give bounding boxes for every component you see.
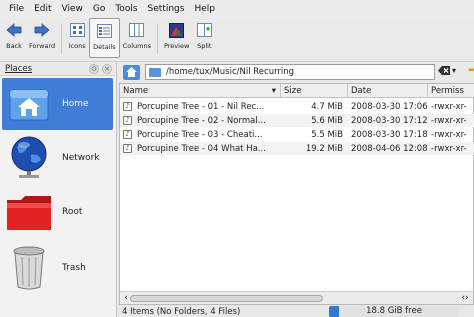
back-button[interactable]: Back — [2, 18, 26, 58]
file-date: 2008-03-30 17:06 — [351, 101, 428, 112]
network-icon — [4, 134, 54, 182]
icons-view-icon — [68, 22, 86, 38]
details-view-icon — [95, 23, 113, 39]
file-size: 19.2 MiB — [305, 143, 343, 154]
preview-label: Preview — [163, 42, 190, 50]
scroll-arrows-icon[interactable]: ‹› — [459, 293, 471, 303]
toolbar-separator — [61, 24, 63, 54]
file-date: 2008-04-06 12:08 — [351, 143, 428, 154]
details-label: Details — [93, 43, 116, 51]
file-date: 2008-03-30 17:12 — [351, 115, 428, 126]
file-permissions: -rwxr-xr- — [431, 115, 467, 126]
forward-button[interactable]: Forward — [26, 18, 58, 58]
split-icon — [195, 22, 213, 38]
menu-help[interactable]: Help — [189, 4, 220, 14]
places-panel: Places ⊙ × Home Network Root Trash — [0, 62, 117, 317]
free-space-label: 18.8 GiB free — [366, 306, 422, 316]
place-label: Root — [62, 207, 83, 217]
preview-button[interactable]: Preview — [161, 18, 192, 58]
place-label: Trash — [62, 263, 86, 273]
trash-icon — [4, 244, 54, 292]
file-list-view: Name ▾ Size Date Permiss ♪ Porcupine Tree… — [119, 83, 474, 305]
place-network[interactable]: Network — [2, 132, 113, 184]
split-label: Split — [197, 42, 212, 50]
place-trash[interactable]: Trash — [2, 242, 113, 294]
split-button[interactable]: Split — [192, 18, 216, 58]
arrow-left-icon — [5, 22, 23, 38]
home-icon — [4, 80, 54, 128]
file-size: 5.5 MiB — [311, 129, 343, 140]
scrollbar-thumb[interactable] — [130, 295, 323, 302]
location-path-field[interactable]: /home/tux/Music/Nil Recurring — [145, 64, 435, 80]
column-header-date[interactable]: Date — [348, 84, 428, 98]
status-text: 4 Items (No Folders, 4 Files) — [122, 306, 241, 317]
preview-icon — [168, 22, 186, 38]
icons-view-button[interactable]: Icons — [65, 18, 89, 58]
icons-label: Icons — [68, 42, 86, 50]
forward-label: Forward — [29, 42, 56, 50]
menu-file[interactable]: File — [4, 4, 29, 14]
place-home[interactable]: Home — [2, 78, 113, 130]
file-name: Porcupine Tree - 03 - Cheati... — [137, 129, 263, 140]
folder-icon — [4, 188, 54, 236]
place-label: Home — [62, 99, 89, 109]
file-name: Porcupine Tree - 02 - Normal... — [137, 115, 266, 126]
toolbar: Back Forward Icons Details Columns Previ… — [0, 18, 474, 62]
table-row[interactable]: ♪ Porcupine Tree - 04 What Ha... 19.2 MiB… — [120, 142, 474, 155]
menu-settings[interactable]: Settings — [143, 4, 190, 14]
column-header-name[interactable]: Name ▾ — [120, 84, 281, 98]
table-row[interactable]: ♪ Porcupine Tree - 03 - Cheati... 5.5 MiB… — [120, 128, 474, 141]
home-icon — [126, 67, 137, 77]
sort-descending-icon: ▾ — [271, 86, 276, 96]
menubar: File Edit View Go Tools Settings Help — [0, 0, 474, 18]
file-name: Porcupine Tree - 01 - Nil Rec... — [137, 101, 265, 112]
menu-tools[interactable]: Tools — [110, 4, 142, 14]
audio-file-icon: ♪ — [123, 116, 132, 125]
file-name: Porcupine Tree - 04 What Ha... — [137, 143, 266, 154]
columns-label: Columns — [122, 42, 151, 50]
column-header-permissions[interactable]: Permiss — [428, 84, 474, 98]
location-bar: /home/tux/Music/Nil Recurring ▾ ➥ — [119, 62, 474, 82]
clear-icon — [438, 66, 450, 75]
column-header-size[interactable]: Size — [281, 84, 348, 98]
arrow-right-icon — [33, 22, 51, 38]
folder-icon — [149, 67, 161, 77]
file-size: 4.7 MiB — [311, 101, 343, 112]
go-arrow-icon: ➥ — [468, 65, 474, 76]
file-date: 2008-03-30 17:18 — [351, 129, 428, 140]
audio-file-icon: ♪ — [123, 102, 132, 111]
status-bar: 4 Items (No Folders, 4 Files) 18.8 GiB f… — [119, 306, 474, 317]
table-row[interactable]: ♪ Porcupine Tree - 01 - Nil Rec... 4.7 Mi… — [120, 100, 474, 113]
place-root[interactable]: Root — [2, 186, 113, 238]
audio-file-icon: ♪ — [123, 130, 132, 139]
free-space-indicator: 18.8 GiB free — [329, 306, 459, 317]
columns-view-button[interactable]: Columns — [120, 18, 154, 58]
menu-view[interactable]: View — [57, 4, 88, 14]
places-title: Places — [5, 63, 33, 74]
place-label: Network — [62, 153, 100, 163]
horizontal-scrollbar[interactable]: ‹ ‹› — [120, 291, 473, 304]
float-panel-button[interactable]: ⊙ — [89, 63, 99, 74]
table-row[interactable]: ♪ Porcupine Tree - 02 - Normal... 5.6 MiB… — [120, 114, 474, 127]
home-button[interactable] — [123, 64, 140, 80]
location-path: /home/tux/Music/Nil Recurring — [166, 67, 295, 77]
go-button[interactable]: ➥ — [468, 65, 474, 76]
toolbar-separator — [156, 24, 158, 54]
places-header: Places ⊙ × — [0, 62, 116, 76]
back-label: Back — [6, 42, 22, 50]
file-permissions: -rwxr-xr- — [431, 101, 467, 112]
file-size: 5.6 MiB — [311, 115, 343, 126]
file-permissions: -rwxr-xr- — [431, 129, 467, 140]
clear-location-button[interactable]: ▾ — [438, 66, 456, 75]
columns-view-icon — [128, 22, 146, 38]
menu-go[interactable]: Go — [88, 4, 110, 14]
menu-edit[interactable]: Edit — [29, 4, 56, 14]
details-view-button[interactable]: Details — [89, 18, 120, 58]
chevron-down-icon: ▾ — [452, 66, 457, 75]
scrollbar-track[interactable] — [130, 295, 460, 302]
close-panel-button[interactable]: × — [102, 63, 112, 74]
file-permissions: -rwxr-xr- — [431, 143, 467, 154]
column-headers: Name ▾ Size Date Permiss — [120, 84, 474, 98]
audio-file-icon: ♪ — [123, 144, 132, 153]
